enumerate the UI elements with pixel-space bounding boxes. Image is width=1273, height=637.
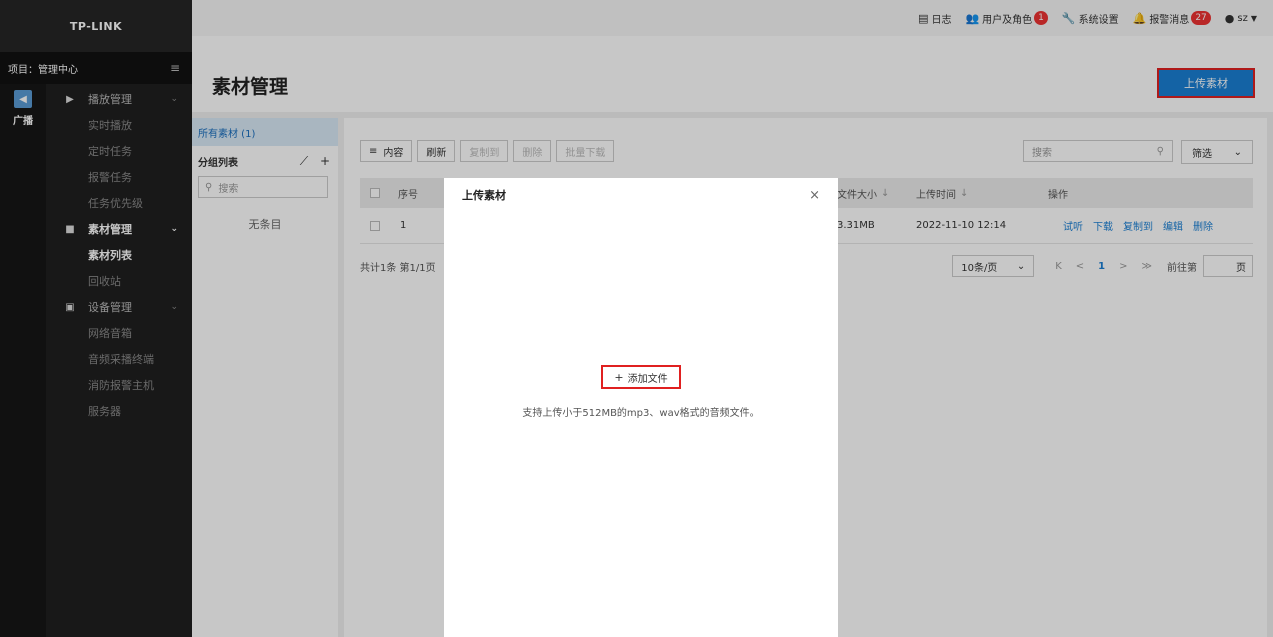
add-file-button[interactable]: + 添加文件 [601, 365, 681, 389]
upload-hint: 支持上传小于512MB的mp3、wav格式的音频文件。 [522, 408, 760, 419]
dialog-title: 上传素材 [462, 189, 506, 202]
upload-media-dialog: 上传素材 × + 添加文件 支持上传小于512MB的mp3、wav格式的音频文件… [444, 178, 838, 637]
dialog-header: 上传素材 × [444, 178, 838, 212]
plus-icon: + [614, 370, 624, 384]
close-icon[interactable]: × [809, 188, 820, 203]
